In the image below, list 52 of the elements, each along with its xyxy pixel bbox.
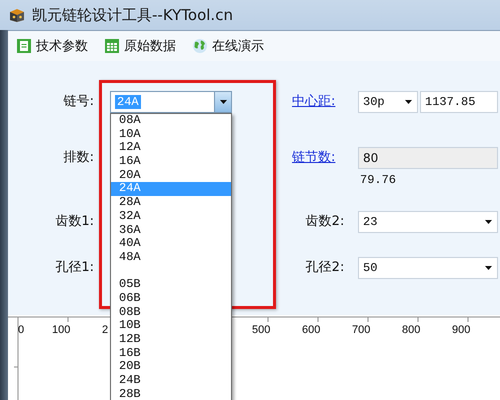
dropdown-arrow-icon — [405, 100, 412, 104]
dropdown-item[interactable]: 36A — [111, 224, 231, 238]
dropdown-item[interactable]: 10B — [111, 319, 231, 333]
dropdown-item[interactable]: 16A — [111, 155, 231, 169]
dropdown-item[interactable]: 28B — [111, 388, 231, 400]
unit-combo[interactable]: 30p — [358, 91, 418, 113]
dropdown-item[interactable]: 12B — [111, 333, 231, 347]
value-combo[interactable]: 50 — [358, 257, 498, 279]
dropdown-arrow-icon — [485, 220, 492, 224]
dropdown-arrow-icon — [220, 100, 226, 104]
dropdown-item[interactable]: 08A — [111, 114, 231, 128]
dropdown-item[interactable]: 28A — [111, 196, 231, 210]
field-label: 齿数1: — [54, 213, 94, 231]
dropdown-item[interactable]: 08B — [111, 306, 231, 320]
window-title: 凯元链轮设计工具--KYTool.cn — [32, 6, 233, 24]
field-label: 孔径2: — [304, 259, 346, 277]
dropdown-item[interactable]: 12A — [111, 141, 231, 156]
ruler-label: 2 — [102, 324, 108, 336]
chain-links-link[interactable]: 链节数: — [292, 147, 358, 169]
app-icon — [8, 7, 26, 23]
dropdown-item[interactable]: 16B — [111, 346, 231, 360]
ruler-label: 900 — [452, 324, 470, 336]
ruler-label: 0 — [18, 324, 24, 336]
dropdown-item[interactable]: 32A — [111, 210, 231, 224]
dropdown-arrow-icon — [485, 266, 492, 270]
dropdown-item[interactable]: 06B — [111, 292, 231, 306]
field-label: 齿数2: — [304, 213, 346, 231]
dropdown-item[interactable]: 24B — [111, 374, 231, 388]
distance-input[interactable]: 1137.85 — [420, 91, 498, 113]
globe-icon — [192, 38, 208, 54]
toolbar-button[interactable]: 在线演示 — [188, 35, 268, 57]
dropdown-item[interactable]: 48A — [111, 250, 231, 265]
dropdown-item[interactable]: 20B — [111, 360, 231, 374]
field-label: 链号: — [62, 93, 94, 111]
ruler-label: 800 — [402, 324, 420, 336]
ruler-label: 600 — [302, 324, 320, 336]
ruler-label: 100 — [52, 324, 70, 336]
center-distance-link[interactable]: 中心距: — [292, 91, 358, 113]
dropdown-item[interactable]: 05B — [111, 278, 231, 292]
field-label: 排数: — [62, 149, 94, 167]
toolbar-button[interactable]: 技术参数 — [12, 35, 92, 57]
toolbar-button[interactable]: 原始数据 — [100, 35, 180, 57]
ruler-label: 500 — [252, 324, 270, 336]
ruler-label: 700 — [352, 324, 370, 336]
dropdown-item[interactable]: 40A — [111, 237, 231, 251]
field-label: 孔径1: — [54, 259, 94, 277]
links-value: 79.76 — [359, 173, 398, 187]
dropdown-item[interactable]: 10A — [111, 128, 231, 142]
value-combo[interactable]: 23 — [358, 211, 498, 233]
document-icon — [16, 38, 32, 54]
dropdown-item[interactable]: 20A — [111, 168, 231, 182]
table-icon — [104, 38, 120, 54]
